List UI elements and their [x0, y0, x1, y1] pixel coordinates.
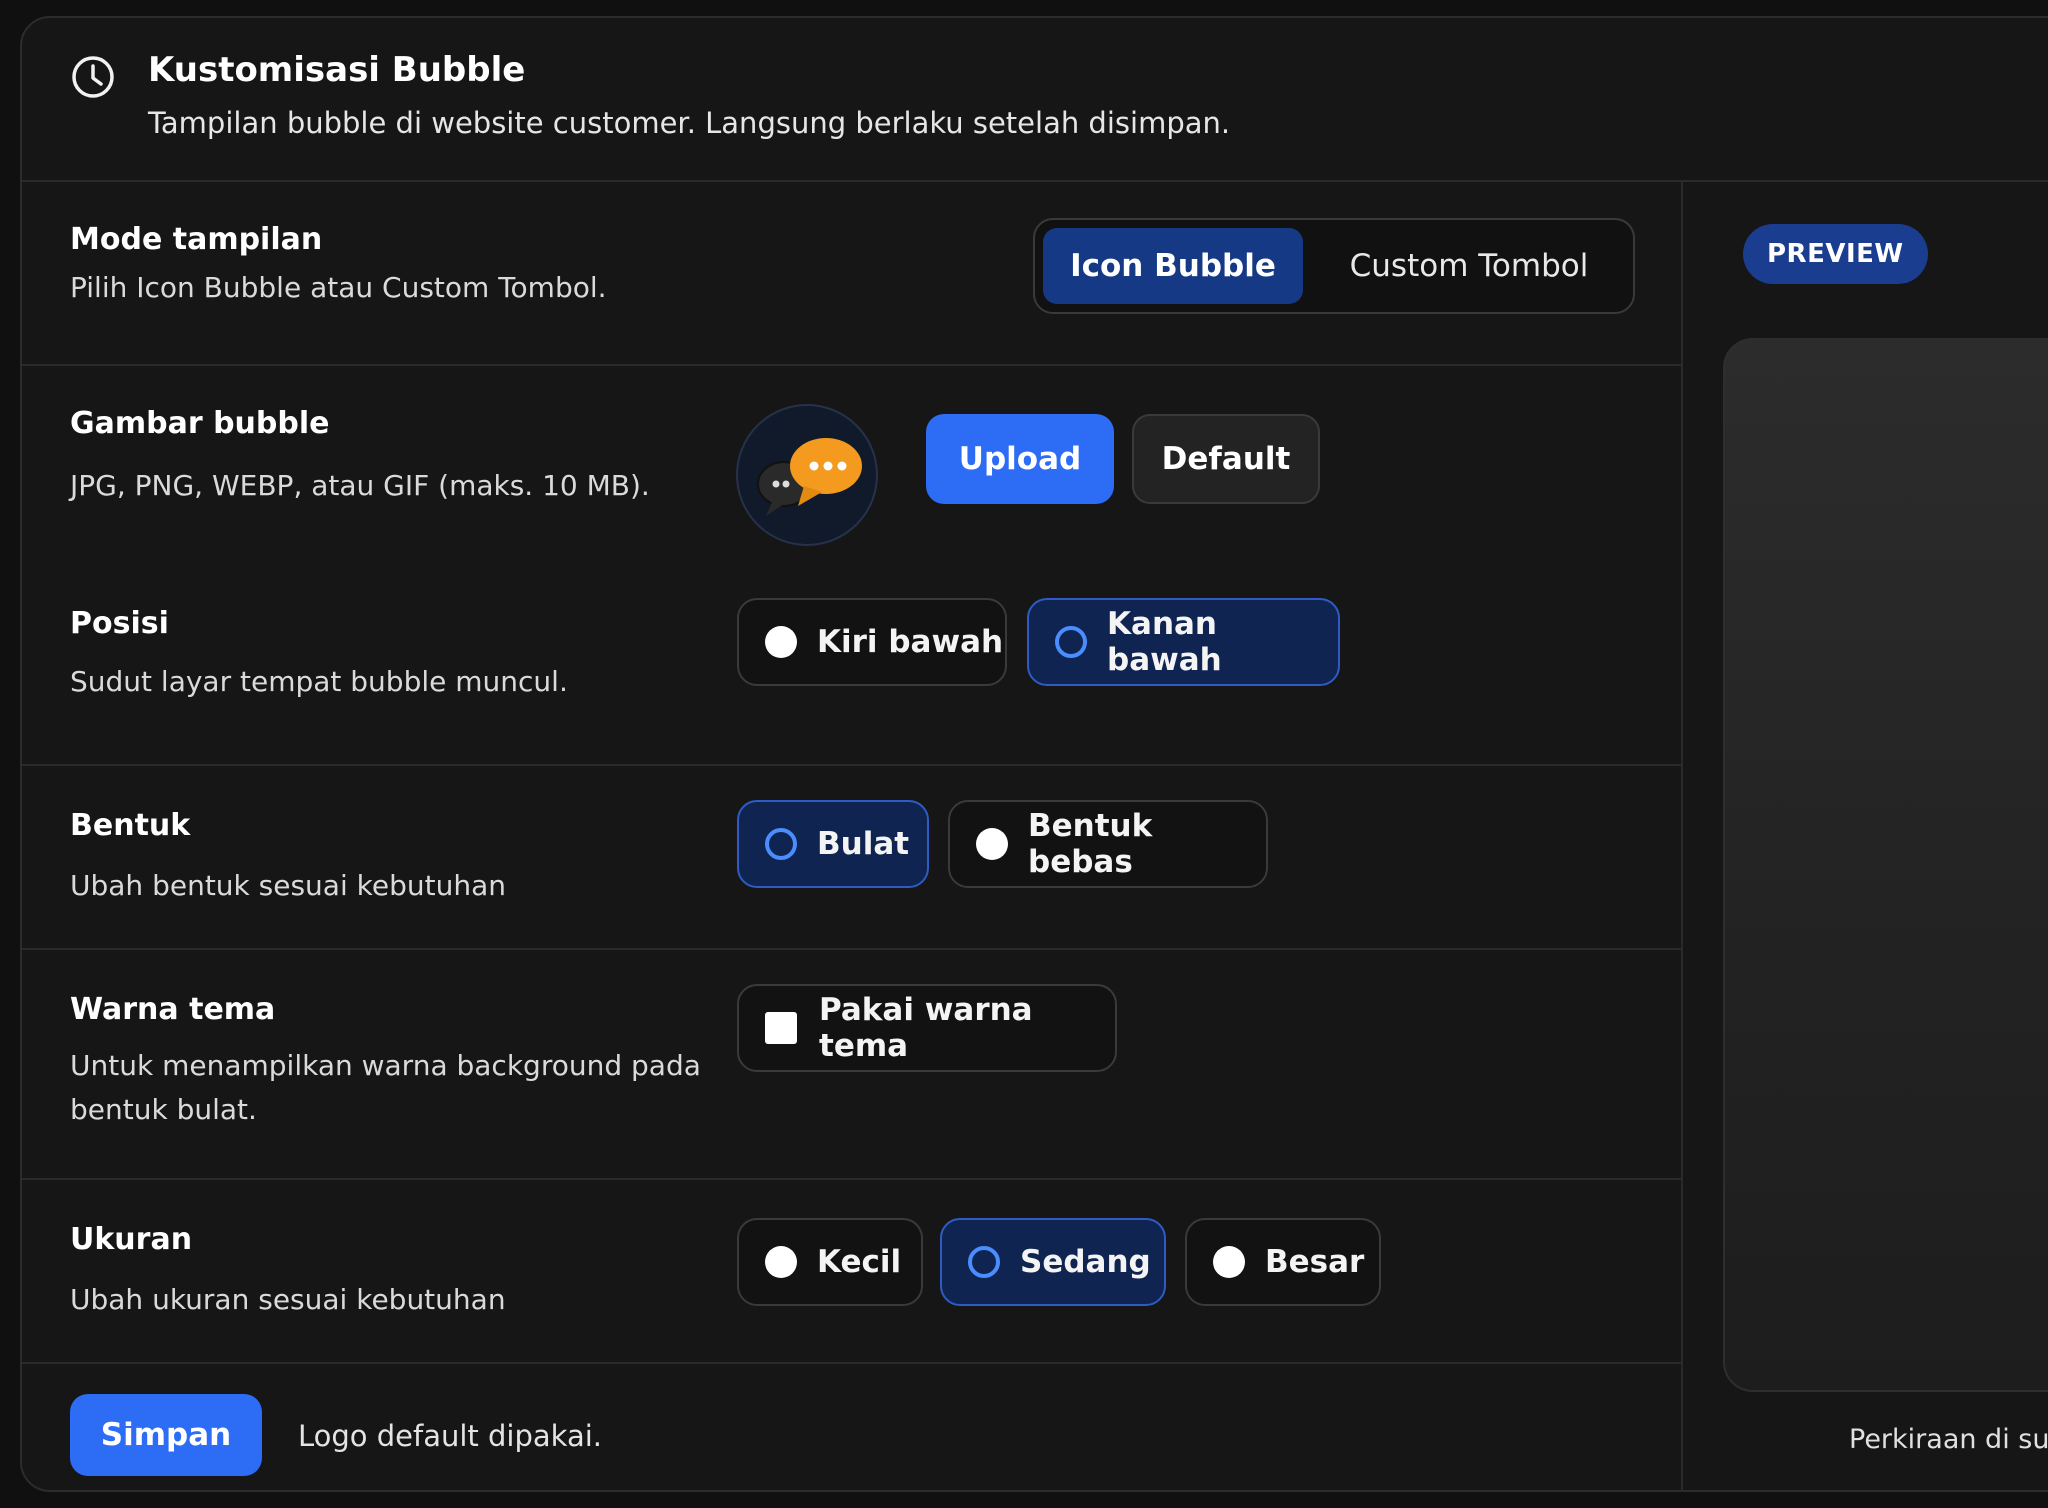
settings-column: Mode tampilan Pilih Icon Bubble atau Cus…: [22, 182, 1683, 1490]
mode-option-custom-tombol[interactable]: Custom Tombol: [1313, 228, 1625, 304]
radio-kiri-bawah[interactable]: [765, 626, 797, 658]
clock-icon: [72, 56, 114, 98]
mode-desc: Pilih Icon Bubble atau Custom Tombol.: [70, 271, 607, 304]
default-button[interactable]: Default: [1132, 414, 1320, 504]
position-option-label: Kanan bawah: [1107, 606, 1222, 678]
theme-title: Warna tema: [70, 992, 276, 1027]
position-title: Posisi: [70, 606, 169, 641]
theme-row: Warna tema Untuk menampilkan warna backg…: [22, 950, 1681, 1180]
image-title: Gambar bubble: [70, 406, 330, 441]
shape-option-bentuk-bebas[interactable]: Bentuk bebas: [948, 800, 1268, 888]
shape-row: Bentuk Ubah bentuk sesuai kebutuhan Bula…: [22, 766, 1681, 950]
image-desc: JPG, PNG, WEBP, atau GIF (maks. 10 MB).: [70, 469, 650, 502]
shape-option-label: Bentuk bebas: [1028, 808, 1153, 880]
radio-bulat[interactable]: [765, 828, 797, 860]
size-title: Ukuran: [70, 1222, 193, 1257]
mode-row: Mode tampilan Pilih Icon Bubble atau Cus…: [22, 182, 1681, 366]
theme-checkbox-label: Pakai warna tema: [819, 992, 1033, 1064]
size-option-kecil[interactable]: Kecil: [737, 1218, 923, 1306]
preview-column: PREVIEW Perkiraan di sudu: [1683, 182, 2048, 1490]
page-subtitle: Tampilan bubble di website customer. Lan…: [148, 106, 1231, 140]
upload-button[interactable]: Upload: [926, 414, 1114, 504]
theme-desc-line2: bentuk bulat.: [70, 1093, 257, 1126]
page-title: Kustomisasi Bubble: [148, 50, 526, 90]
size-option-label: Besar: [1265, 1244, 1365, 1280]
preview-badge: PREVIEW: [1743, 224, 1928, 284]
mode-option-icon-bubble[interactable]: Icon Bubble: [1043, 228, 1303, 304]
size-option-label: Sedang: [1020, 1244, 1151, 1280]
preview-canvas: [1723, 338, 2048, 1392]
customization-panel: Kustomisasi Bubble Tampilan bubble di we…: [20, 16, 2048, 1492]
save-button[interactable]: Simpan: [70, 1394, 262, 1476]
size-option-besar[interactable]: Besar: [1185, 1218, 1381, 1306]
chat-bubbles-icon: [757, 438, 862, 516]
mode-toggle: Icon Bubble Custom Tombol: [1033, 218, 1635, 314]
position-row: Posisi Sudut layar tempat bubble muncul.…: [22, 586, 1681, 766]
size-option-label: Kecil: [817, 1244, 902, 1280]
theme-color-toggle[interactable]: Pakai warna tema: [737, 984, 1117, 1072]
panel-header: Kustomisasi Bubble Tampilan bubble di we…: [22, 18, 2048, 182]
save-status-message: Logo default dipakai.: [298, 1419, 602, 1453]
radio-sedang[interactable]: [968, 1246, 1000, 1278]
radio-kanan-bawah[interactable]: [1055, 626, 1087, 658]
position-desc: Sudut layar tempat bubble muncul.: [70, 665, 568, 698]
shape-desc: Ubah bentuk sesuai kebutuhan: [70, 869, 506, 902]
size-desc: Ubah ukuran sesuai kebutuhan: [70, 1283, 506, 1316]
shape-option-label: Bulat: [817, 826, 910, 862]
mode-title: Mode tampilan: [70, 222, 323, 257]
theme-desc-line1: Untuk menampilkan warna background pada: [70, 1049, 701, 1082]
position-option-kanan-bawah[interactable]: Kanan bawah: [1027, 598, 1340, 686]
preview-note: Perkiraan di sudu: [1849, 1424, 2048, 1455]
bubble-avatar: [736, 404, 878, 546]
shape-option-bulat[interactable]: Bulat: [737, 800, 929, 888]
size-row: Ukuran Ubah ukuran sesuai kebutuhan Keci…: [22, 1180, 1681, 1364]
position-option-label: Kiri bawah: [817, 624, 1004, 660]
radio-kecil[interactable]: [765, 1246, 797, 1278]
radio-bentuk-bebas[interactable]: [976, 828, 1008, 860]
shape-title: Bentuk: [70, 808, 191, 843]
radio-besar[interactable]: [1213, 1246, 1245, 1278]
size-option-sedang[interactable]: Sedang: [940, 1218, 1166, 1306]
position-option-kiri-bawah[interactable]: Kiri bawah: [737, 598, 1007, 686]
theme-checkbox[interactable]: [765, 1012, 797, 1044]
